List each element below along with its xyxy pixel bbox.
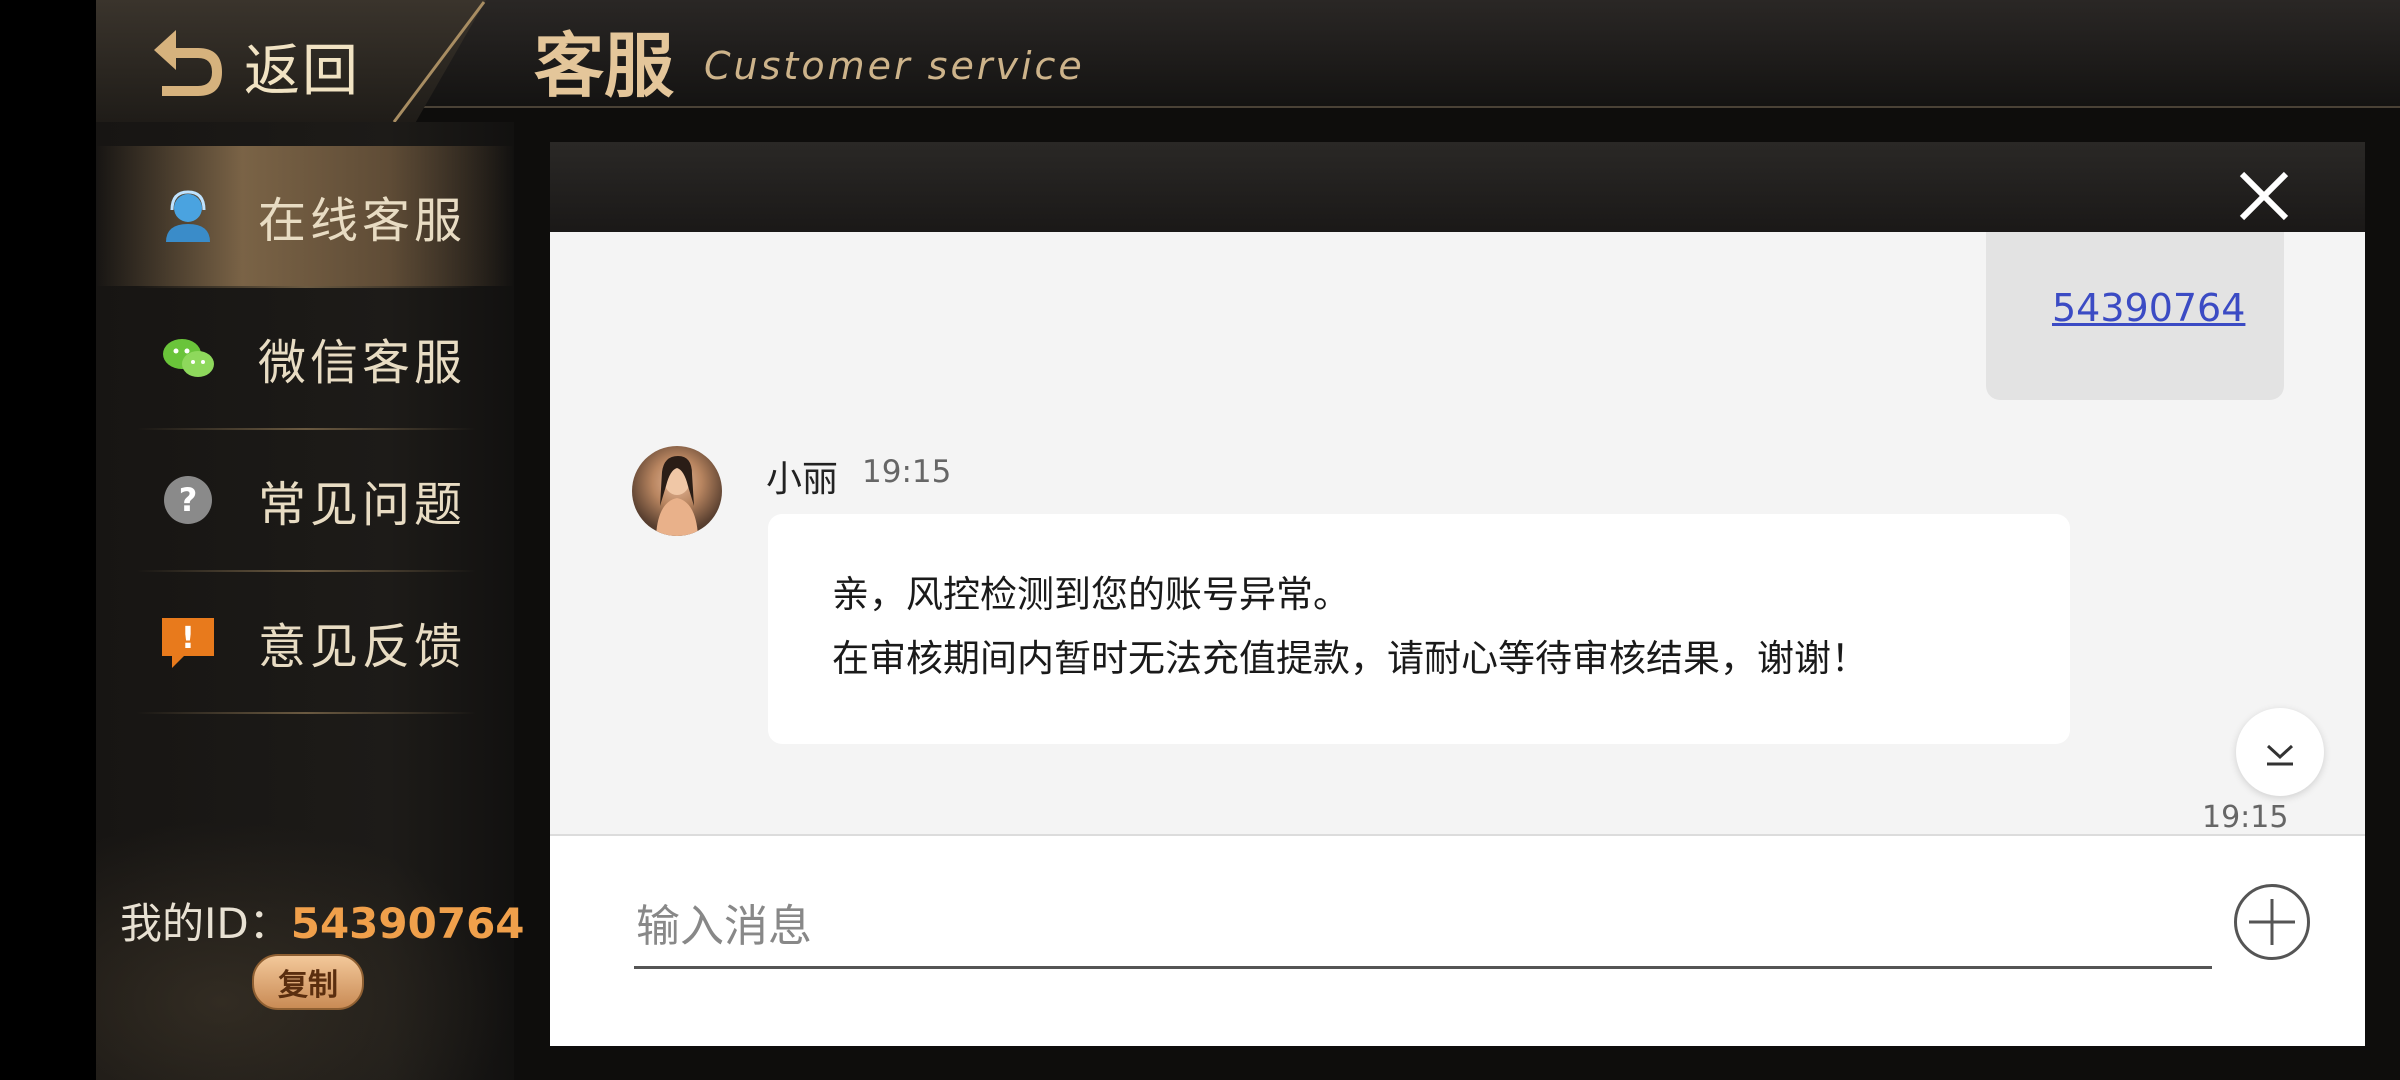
- message-line: 亲，风控检测到您的账号异常。: [832, 573, 1350, 616]
- svg-text:!: !: [181, 621, 195, 656]
- message-time: 19:15: [862, 454, 952, 490]
- message-input[interactable]: [634, 886, 2212, 969]
- svg-text:?: ?: [179, 481, 198, 519]
- scroll-to-bottom-button[interactable]: [2236, 708, 2324, 796]
- sender-name: 小丽: [766, 459, 839, 500]
- copy-id-button[interactable]: 复制: [252, 954, 364, 1010]
- back-arrow-icon: [154, 30, 222, 96]
- plus-icon: [2249, 899, 2295, 945]
- sent-message-bubble: 54390764: [1986, 232, 2284, 400]
- composer: [550, 834, 2365, 1046]
- chat-messages[interactable]: 54390764 小丽 19:15 亲，风控检测到您的账号异常。 在审核期间内暂…: [550, 232, 2365, 834]
- my-id: 我的ID：54390764: [120, 890, 525, 951]
- chevron-down-icon: [2266, 744, 2294, 766]
- sidebar-item-label: 微信客服: [258, 335, 467, 391]
- chat-panel-header: [550, 142, 2365, 234]
- received-message-bubble: 亲，风控检测到您的账号异常。 在审核期间内暂时无法充值提款，请耐心等待审核结果，…: [768, 514, 2070, 744]
- feedback-icon: !: [162, 618, 214, 668]
- message-time: 19:15: [2202, 800, 2289, 834]
- sent-message-link[interactable]: 54390764: [2052, 286, 2245, 330]
- sidebar-item-wechat-service[interactable]: 微信客服: [96, 288, 514, 428]
- avatar[interactable]: [632, 446, 722, 536]
- my-id-label: 我的ID：: [120, 899, 291, 948]
- sidebar-item-online-service[interactable]: 在线客服: [96, 146, 514, 286]
- sidebar-divider: [136, 712, 476, 714]
- page-subtitle: Customer service: [704, 44, 1085, 88]
- sidebar-item-faq[interactable]: ? 常见问题: [96, 430, 514, 570]
- header-divider: [392, 1, 486, 123]
- page-title: 客服: [534, 25, 674, 107]
- avatar-image: [656, 456, 698, 536]
- close-icon[interactable]: [2236, 168, 2292, 224]
- sidebar-item-feedback[interactable]: ! 意见反馈: [96, 572, 514, 712]
- sidebar-item-label: 意见反馈: [258, 619, 467, 675]
- agent-icon: [166, 190, 210, 242]
- sidebar-item-label: 在线客服: [258, 193, 467, 249]
- back-label: 返回: [244, 39, 360, 104]
- wechat-icon: [163, 339, 214, 377]
- add-attachment-button[interactable]: [2234, 884, 2310, 960]
- sidebar-item-label: 常见问题: [258, 477, 467, 533]
- my-id-value: 54390764: [290, 899, 525, 948]
- message-line: 在审核期间内暂时无法充值提款，请耐心等待审核结果，谢谢！: [832, 637, 1868, 680]
- question-icon: ?: [164, 476, 212, 524]
- sidebar: 在线客服 微信客服 ? 常见问题 ! 意见反馈 我的ID：54390764 复制: [96, 122, 525, 1080]
